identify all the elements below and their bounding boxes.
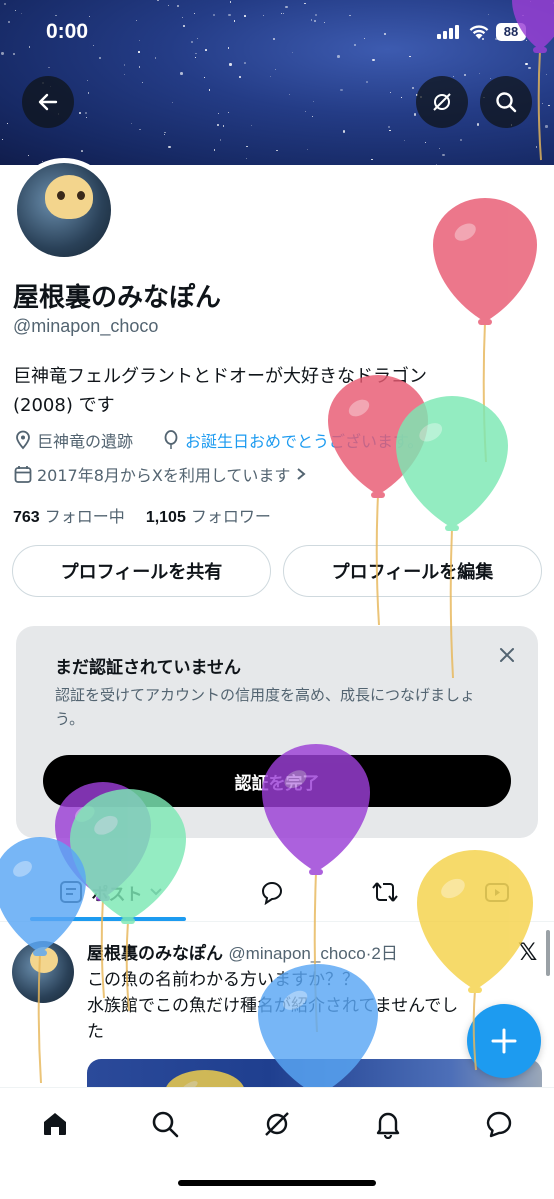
chat-icon — [486, 1111, 512, 1138]
post-author-handle: @minapon_choco — [228, 944, 366, 963]
grok-icon — [265, 1112, 289, 1136]
chevron-right-icon — [297, 468, 306, 480]
post-avatar[interactable] — [12, 941, 74, 1003]
profile-avatar[interactable] — [12, 158, 116, 262]
video-icon — [485, 883, 509, 902]
cellular-signal-icon — [437, 25, 459, 39]
search-button[interactable] — [480, 76, 532, 128]
profile-name: 屋根裏のみなぽん — [13, 283, 222, 313]
scrollbar[interactable] — [546, 930, 550, 976]
bio-line-2: (2008) です — [13, 395, 115, 416]
search-icon — [496, 92, 517, 113]
search-icon — [152, 1111, 179, 1138]
repost-icon — [372, 882, 398, 902]
battery-indicator: 88 — [496, 23, 526, 41]
followers-link[interactable]: 1,105 フォロワー — [146, 507, 271, 526]
close-icon[interactable] — [498, 646, 516, 664]
profile-handle: @minapon_choco — [13, 316, 159, 336]
posts-icon — [59, 881, 82, 903]
profile-location: 巨神竜の遺跡 — [14, 428, 133, 452]
calendar-icon — [14, 465, 32, 483]
grok-icon — [433, 93, 451, 111]
edit-profile-button[interactable]: プロフィールを編集 — [283, 545, 542, 597]
post-time: ·2日 — [365, 944, 398, 963]
balloon-icon — [164, 430, 178, 449]
profile-birthday: お誕生日おめでとうございます。 — [162, 428, 423, 452]
verification-card: まだ認証されていません 認証を受けてアカウントの信用度を高め、成長につなげましょ… — [16, 626, 538, 838]
post-text-line-1: この魚の名前わかる方いますか？？ — [87, 970, 359, 990]
balloon-icon — [433, 198, 537, 463]
bio-line-1: 巨神竜フェルグラントとドオーが大好きなドラゴン — [13, 366, 427, 387]
following-link[interactable]: 763 フォロー中 — [13, 507, 125, 526]
compose-button[interactable] — [467, 1004, 541, 1078]
profile-joined[interactable]: 2017年8月からXを利用しています — [14, 462, 307, 486]
status-time: 0:00 — [46, 20, 89, 43]
nav-search[interactable] — [147, 1106, 183, 1142]
tab-posts[interactable]: ポスト — [40, 862, 180, 922]
bell-icon — [376, 1112, 400, 1139]
wifi-icon — [469, 25, 489, 39]
post-author-name: 屋根裏のみなぽん — [87, 944, 223, 964]
nav-grok[interactable] — [259, 1106, 295, 1142]
post-header: 屋根裏のみなぽん @minapon_choco·2日 — [87, 939, 398, 964]
nav-home[interactable] — [37, 1106, 73, 1142]
status-bar: 0:00 88 — [0, 18, 554, 48]
verification-description: 認証を受けてアカウントの信用度を高め、成長につなげましょう。 — [55, 686, 476, 728]
verification-title: まだ認証されていません — [55, 658, 241, 678]
follow-stats: 763 フォロー中 1,105 フォロワー — [13, 503, 271, 527]
location-pin-icon — [16, 430, 30, 450]
tab-replies[interactable] — [250, 862, 294, 922]
grok-button[interactable] — [416, 76, 468, 128]
complete-verification-button[interactable]: 認証を完了 — [43, 755, 511, 807]
back-arrow-icon — [38, 93, 58, 111]
tab-videos[interactable] — [475, 862, 519, 922]
profile-bio: 巨神竜フェルグラントとドオーが大好きなドラゴン (2008) です — [13, 362, 493, 420]
plus-icon — [491, 1028, 517, 1054]
tab-reposts[interactable] — [363, 862, 407, 922]
nav-notifications[interactable] — [370, 1106, 406, 1142]
active-tab-indicator — [30, 917, 186, 921]
home-icon — [44, 1113, 66, 1135]
chevron-down-icon — [149, 888, 162, 896]
nav-messages[interactable] — [481, 1106, 517, 1142]
profile-tabs: ポスト — [0, 862, 554, 922]
post-text-line-2: 水族館でこの魚だけ種名が紹介されてませんでし — [87, 996, 459, 1016]
back-button[interactable] — [22, 76, 74, 128]
home-indicator — [178, 1180, 376, 1186]
reply-icon — [261, 882, 282, 905]
x-logo-icon: 𝕏 — [518, 938, 538, 966]
share-profile-button[interactable]: プロフィールを共有 — [12, 545, 271, 597]
